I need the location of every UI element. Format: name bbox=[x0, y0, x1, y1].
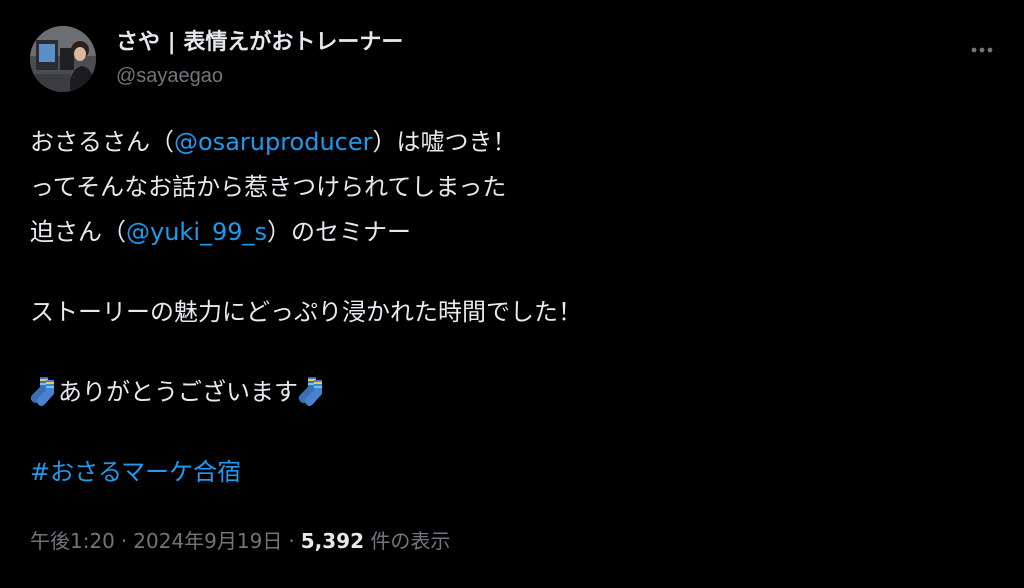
tweet-line-5: ありがとうございます bbox=[30, 370, 990, 415]
text-segment: ）は嘘つき！ bbox=[372, 128, 517, 156]
tweet-card: さや | 表情えがおトレーナー @sayaegao おさるさん（@osarupr… bbox=[0, 0, 1024, 588]
more-horizontal-icon bbox=[971, 47, 993, 53]
separator: · bbox=[120, 529, 128, 553]
socks-emoji-icon bbox=[298, 377, 322, 406]
text-segment: ありがとうございます bbox=[58, 378, 298, 406]
display-name[interactable]: さや | 表情えがおトレーナー bbox=[116, 28, 403, 58]
tweet-line-1: おさるさん（@osaruproducer）は嘘つき！ bbox=[30, 120, 990, 165]
user-info: さや | 表情えがおトレーナー @sayaegao bbox=[116, 28, 403, 90]
tweet-date[interactable]: 2024年9月19日 bbox=[133, 529, 282, 553]
mention-link-osaruproducer[interactable]: @osaruproducer bbox=[174, 128, 373, 156]
avatar[interactable] bbox=[30, 26, 96, 92]
tweet-meta: 午後1:20 · 2024年9月19日 · 5,392 件の表示 bbox=[30, 526, 450, 556]
text-segment: 迫さん（ bbox=[30, 218, 126, 246]
tweet-line-6: #おさるマーケ合宿 bbox=[30, 450, 990, 495]
separator: · bbox=[288, 529, 295, 553]
mention-link-yuki-99-s[interactable]: @yuki_99_s bbox=[126, 218, 267, 246]
views-label: 件の表示 bbox=[370, 529, 451, 553]
tweet-line-3: 迫さん（@yuki_99_s）のセミナー bbox=[30, 210, 990, 255]
views-count[interactable]: 5,392 bbox=[301, 529, 364, 553]
text-segment: おさるさん（ bbox=[30, 128, 174, 156]
hashtag-link[interactable]: #おさるマーケ合宿 bbox=[30, 458, 241, 486]
tweet-text: おさるさん（@osaruproducer）は嘘つき！ ってそんなお話から惹きつけ… bbox=[30, 120, 990, 495]
tweet-line-4: ストーリーの魅力にどっぷり浸かれた時間でした！ bbox=[30, 298, 582, 326]
tweet-header: さや | 表情えがおトレーナー @sayaegao bbox=[28, 24, 1000, 96]
socks-emoji-icon bbox=[30, 377, 54, 406]
more-options-button[interactable] bbox=[964, 32, 1000, 68]
tweet-line-2: ってそんなお話から惹きつけられてしまった bbox=[30, 173, 507, 201]
user-handle[interactable]: @sayaegao bbox=[116, 62, 403, 90]
avatar-image bbox=[30, 26, 96, 92]
tweet-time[interactable]: 午後1:20 bbox=[30, 529, 115, 553]
text-segment: ）のセミナー bbox=[267, 218, 412, 246]
